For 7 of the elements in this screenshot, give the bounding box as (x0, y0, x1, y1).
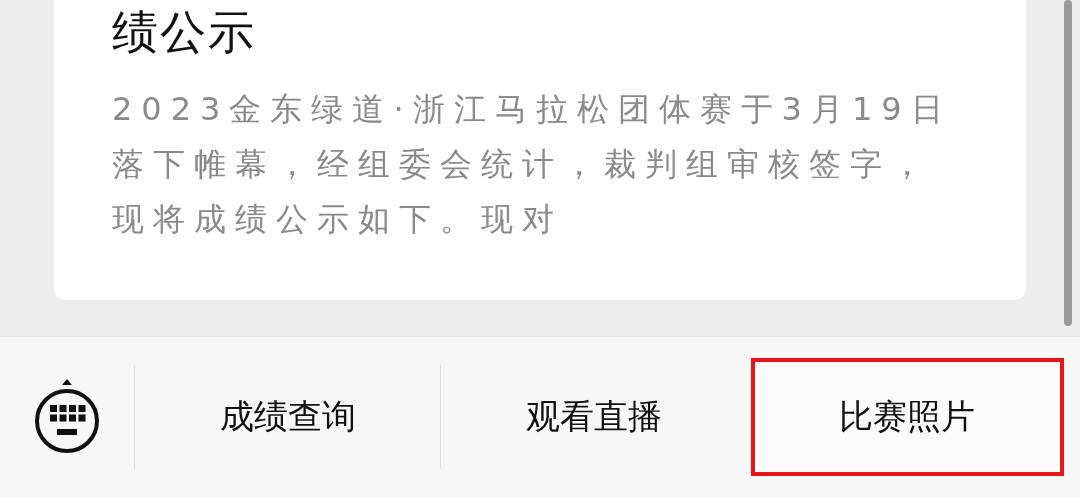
menu-item[interactable]: 比赛照片 (750, 358, 1064, 476)
scrollbar[interactable] (1064, 0, 1072, 326)
keyboard-icon[interactable] (34, 379, 100, 455)
article-title: 绩公示 (112, 4, 257, 61)
menu-item[interactable]: 成绩查询 (134, 365, 441, 469)
menu-item[interactable]: 观看直播 (440, 365, 747, 469)
article-summary: 2023金东绿道·浙江马拉松团体赛于3月19日落下帷幕，经组委会统计，裁判组审核签字，现将成绩公示如下。现对 (112, 89, 953, 240)
